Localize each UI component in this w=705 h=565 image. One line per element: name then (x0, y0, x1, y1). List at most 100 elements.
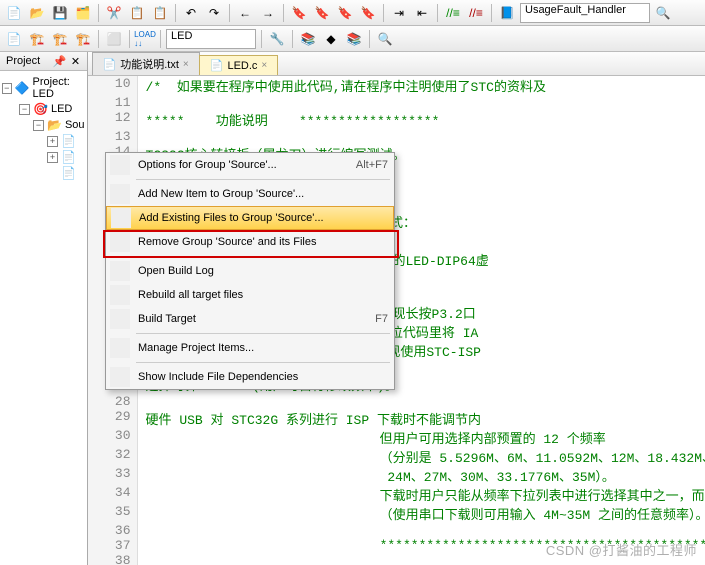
close-icon[interactable]: × (183, 59, 189, 70)
line-number: 38 (88, 553, 138, 565)
menu-icon (110, 367, 130, 387)
undo-icon[interactable]: ↶ (181, 3, 201, 23)
tree-expander[interactable]: − (33, 120, 44, 131)
line-number: 34 (88, 485, 138, 504)
tree-expander[interactable]: + (47, 136, 58, 147)
editor-tab[interactable]: 📄功能说明.txt× (92, 52, 200, 75)
indent-icon[interactable]: ⇥ (389, 3, 409, 23)
bookmark-clear-icon[interactable]: 🔖 (358, 3, 378, 23)
code-line[interactable]: 硬件 USB 对 STC32G 系列进行 ISP 下载时不能调节内 (138, 409, 481, 428)
line-number: 10 (88, 76, 138, 95)
menu-item[interactable]: Show Include File Dependencies (106, 365, 394, 389)
menu-label: Add Existing Files to Group 'Source'... (139, 212, 387, 224)
menu-item[interactable]: Add Existing Files to Group 'Source'... (106, 206, 394, 230)
copy-icon[interactable]: 📋 (127, 3, 147, 23)
line-number: 12 (88, 110, 138, 129)
folder-icon: 📂 (47, 118, 62, 132)
code-line[interactable]: ***** 功能说明 ****************** (138, 110, 440, 129)
menu-icon (110, 261, 130, 281)
code-line[interactable] (138, 523, 146, 538)
save-all-icon[interactable]: 🗂️ (73, 3, 93, 23)
close-icon[interactable]: × (261, 60, 267, 71)
editor-tab[interactable]: 📄LED.c× (199, 55, 279, 75)
line-number: 13 (88, 129, 138, 144)
menu-item[interactable]: Manage Project Items... (106, 336, 394, 360)
code-line[interactable] (138, 394, 146, 409)
nav-back-icon[interactable]: ← (235, 3, 255, 23)
panel-pin-icon[interactable]: 📌 (53, 54, 67, 68)
find-icon[interactable]: 📘 (497, 3, 517, 23)
menu-item[interactable]: Rebuild all target files (106, 283, 394, 307)
menu-icon (110, 155, 130, 175)
menu-icon (110, 338, 130, 358)
code-line[interactable] (138, 553, 146, 565)
menu-icon (111, 208, 131, 228)
search-dd-icon[interactable]: 🔍 (653, 3, 673, 23)
tree-expander[interactable]: − (19, 104, 30, 115)
menu-item[interactable]: Options for Group 'Source'...Alt+F7 (106, 153, 394, 177)
new-file-icon[interactable]: 📄 (4, 3, 24, 23)
options-icon[interactable]: 🔧 (267, 29, 287, 49)
build-icon[interactable]: 🏗️ (27, 29, 47, 49)
menu-item[interactable]: Build TargetF7 (106, 307, 394, 331)
tree-expander[interactable]: + (47, 152, 58, 163)
menu-icon (110, 232, 130, 252)
menu-icon (110, 309, 130, 329)
code-line[interactable]: /* 如果要在程序中使用此代码,请在程序中注明使用了STC的资料及 (138, 76, 546, 95)
txt-file-icon: 📄 (61, 166, 76, 180)
batch-build-icon[interactable]: 🏗️ (73, 29, 93, 49)
code-line[interactable]: 但用户可用选择内部预置的 12 个频率 (138, 428, 606, 447)
tab-label: LED.c (227, 60, 257, 72)
manage-rte-icon[interactable]: ◆ (321, 29, 341, 49)
line-number: 37 (88, 538, 138, 553)
save-icon[interactable]: 💾 (50, 3, 70, 23)
code-line[interactable] (138, 95, 146, 110)
tree-group-label[interactable]: Sou (65, 119, 85, 131)
project-panel: Project 📌 ✕ −🔷Project: LED −🎯LED −📂Sou +… (0, 52, 88, 565)
menu-shortcut: F7 (375, 313, 388, 325)
comment-icon[interactable]: //≡ (443, 3, 463, 23)
tree-project-label[interactable]: Project: LED (33, 76, 85, 100)
books-icon[interactable]: 📚 (344, 29, 364, 49)
bookmark-icon[interactable]: 🔖 (289, 3, 309, 23)
tree-target-label[interactable]: LED (51, 103, 72, 115)
download-icon[interactable]: LOAD↓↓ (135, 29, 155, 49)
redo-icon[interactable]: ↷ (204, 3, 224, 23)
code-line[interactable]: （使用串口下载则可用输入 4M~35M 之间的任意频率）。 (138, 504, 705, 523)
menu-item[interactable]: Remove Group 'Source' and its Files (106, 230, 394, 254)
workspace-icon: 🔷 (15, 81, 30, 95)
line-number: 11 (88, 95, 138, 110)
bookmark-next-icon[interactable]: 🔖 (335, 3, 355, 23)
menu-item[interactable]: Add New Item to Group 'Source'... (106, 182, 394, 206)
menu-icon (110, 184, 130, 204)
translate-icon[interactable]: 📄 (4, 29, 24, 49)
menu-item[interactable]: Open Build Log (106, 259, 394, 283)
bookmark-prev-icon[interactable]: 🔖 (312, 3, 332, 23)
context-menu: Options for Group 'Source'...Alt+F7 Add N… (105, 152, 395, 390)
line-number: 32 (88, 447, 138, 466)
line-number: 36 (88, 523, 138, 538)
paste-icon[interactable]: 📋 (150, 3, 170, 23)
uncomment-icon[interactable]: //≡ (466, 3, 486, 23)
rebuild-icon[interactable]: 🏗️ (50, 29, 70, 49)
code-line[interactable]: 24M、27M、30M、33.1776M、35M）。 (138, 466, 615, 485)
c-file-icon: 📄 (61, 134, 76, 148)
code-line[interactable]: （分别是 5.5296M、6M、11.0592M、12M、18.432M、20M… (138, 447, 705, 466)
code-line[interactable]: 下载时用户只能从频率下拉列表中进行选择其中之一，而不能手动输 (138, 485, 705, 504)
cut-icon[interactable]: ✂️ (104, 3, 124, 23)
open-icon[interactable]: 📂 (27, 3, 47, 23)
code-line[interactable] (138, 129, 146, 144)
outdent-icon[interactable]: ⇤ (412, 3, 432, 23)
target-icon: 🎯 (33, 102, 48, 116)
menu-label: Add New Item to Group 'Source'... (138, 188, 388, 200)
nav-fwd-icon[interactable]: → (258, 3, 278, 23)
manage-icon[interactable]: 📚 (298, 29, 318, 49)
target-combo[interactable]: LED (166, 29, 256, 49)
panel-close-icon[interactable]: ✕ (69, 54, 83, 68)
stop-build-icon[interactable]: ⬜ (104, 29, 124, 49)
project-tree[interactable]: −🔷Project: LED −🎯LED −📂Sou +📄 +📄 📄 (0, 71, 87, 185)
tree-expander[interactable]: − (2, 83, 12, 94)
symbol-combo[interactable]: UsageFault_Handler (520, 3, 650, 23)
debug-icon[interactable]: 🔍 (375, 29, 395, 49)
panel-title: Project 📌 ✕ (0, 52, 87, 71)
